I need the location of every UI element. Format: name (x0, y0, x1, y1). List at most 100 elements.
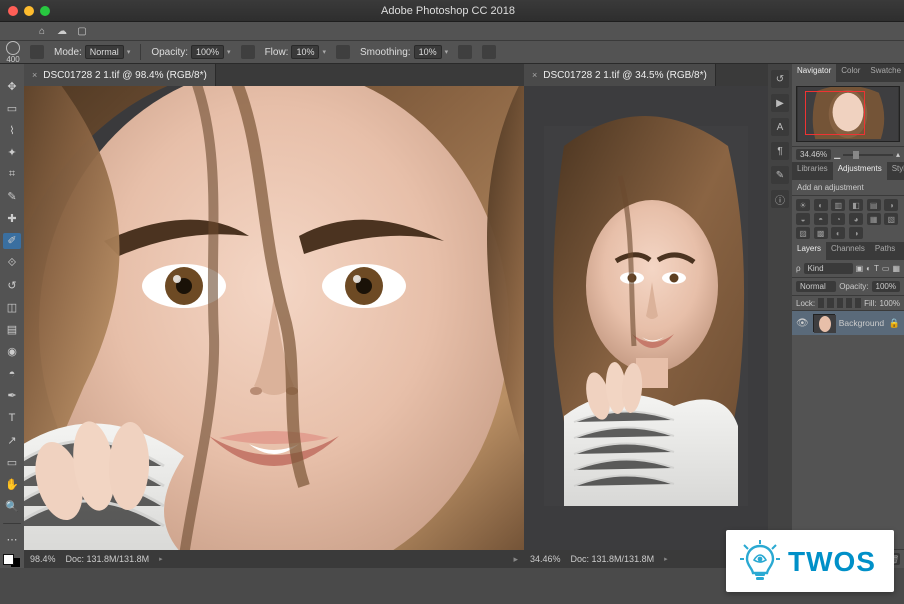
filter-type-icon[interactable]: T (874, 264, 879, 273)
chevron-right-icon[interactable]: ▸ (159, 555, 163, 563)
lasso-tool[interactable]: ⌇ (3, 122, 21, 138)
lock-position-icon[interactable] (837, 298, 843, 308)
smoothing-settings-icon[interactable] (458, 45, 472, 59)
tab-libraries[interactable]: Libraries (792, 162, 833, 180)
tab-color[interactable]: Color (836, 64, 865, 82)
eraser-tool[interactable]: ◫ (3, 299, 21, 315)
document-tab-1[interactable]: × DSC01728 2 1.tif @ 98.4% (RGB/8*) (24, 64, 216, 86)
info-panel-icon[interactable]: ⓘ (771, 190, 789, 208)
type-tool[interactable]: T (3, 410, 21, 426)
smoothing-input[interactable]: 10% (414, 45, 442, 59)
lock-all-icon[interactable] (855, 298, 861, 308)
close-window-icon[interactable] (8, 6, 18, 16)
fill-input[interactable]: 100% (880, 299, 900, 308)
layer-name[interactable]: Background (839, 318, 885, 328)
cloud-icon[interactable]: ☁ (55, 24, 69, 38)
navigator-thumbnail[interactable] (796, 86, 900, 142)
path-tool[interactable]: ↗ (3, 432, 21, 448)
move-tool[interactable]: ✥ (3, 78, 21, 94)
navigator-viewbox[interactable] (805, 91, 865, 135)
tab-paths[interactable]: Paths (870, 242, 900, 260)
color-swatches[interactable] (3, 554, 21, 568)
stamp-tool[interactable]: ⟐ (3, 255, 21, 271)
layer-row-background[interactable]: 👁 Background 🔒 (792, 311, 904, 335)
paragraph-panel-icon[interactable]: ¶ (771, 142, 789, 160)
adj-curves-icon[interactable]: ▥ (831, 199, 845, 211)
blend-mode-select[interactable]: Normal (796, 281, 836, 292)
adj-brightness-icon[interactable]: ☀ (796, 199, 810, 211)
document-tab-2[interactable]: × DSC01728 2 1.tif @ 34.5% (RGB/8*) (524, 64, 716, 86)
adj-levels-icon[interactable]: ◐ (814, 199, 828, 211)
adj-colorlookup-icon[interactable]: ▦ (867, 213, 881, 225)
brush-settings-icon[interactable] (30, 45, 44, 59)
adj-channelmixer-icon[interactable]: ◕ (849, 213, 863, 225)
status-zoom[interactable]: 98.4% (30, 554, 56, 564)
gradient-tool[interactable]: ▤ (3, 321, 21, 337)
airbrush-icon[interactable] (336, 45, 350, 59)
navigator-zoom-value[interactable]: 34.46% (796, 149, 831, 160)
close-tab-icon[interactable]: × (32, 70, 37, 80)
filter-shape-icon[interactable]: ▭ (882, 264, 890, 273)
marquee-tool[interactable]: ▭ (3, 100, 21, 116)
tab-navigator[interactable]: Navigator (792, 64, 836, 82)
tab-channels[interactable]: Channels (826, 242, 870, 260)
status-zoom[interactable]: 34.46% (530, 554, 561, 564)
home-icon[interactable]: ⌂ (35, 24, 49, 38)
kind-select[interactable]: Kind (804, 263, 853, 274)
zoom-tool[interactable]: 🔍 (3, 498, 21, 514)
chevron-right-icon[interactable]: ▸ (664, 555, 668, 563)
pen-tool[interactable]: ✒ (3, 388, 21, 404)
filter-adjust-icon[interactable]: ◐ (866, 264, 871, 273)
adj-photofilter-icon[interactable]: ◔ (831, 213, 845, 225)
adj-hue-icon[interactable]: ◑ (884, 199, 898, 211)
brush-preset-picker[interactable]: 400 (6, 41, 20, 64)
canvas-1[interactable] (24, 86, 524, 550)
healing-tool[interactable]: ✚ (3, 211, 21, 227)
mode-select[interactable]: Normal (85, 45, 124, 59)
adj-exposure-icon[interactable]: ◧ (849, 199, 863, 211)
lock-icon[interactable]: 🔒 (889, 318, 900, 329)
adj-posterize-icon[interactable]: ▨ (796, 227, 810, 239)
history-panel-icon[interactable]: ↺ (771, 70, 789, 88)
scroll-arrow-icon[interactable]: ▸ (513, 554, 518, 565)
lock-artboard-icon[interactable] (846, 298, 852, 308)
opacity-input[interactable]: 100% (191, 45, 224, 59)
character-panel-icon[interactable]: A (771, 118, 789, 136)
brush-tool[interactable]: ✐ (3, 233, 21, 249)
canvas-2[interactable] (524, 86, 768, 550)
edit-toolbar-icon[interactable]: ⋯ (3, 531, 21, 547)
adj-invert-icon[interactable]: ▧ (884, 213, 898, 225)
lock-transparent-icon[interactable] (818, 298, 824, 308)
tab-adjustments[interactable]: Adjustments (833, 162, 887, 180)
maximize-window-icon[interactable] (40, 6, 50, 16)
filter-smart-icon[interactable]: ▦ (892, 264, 900, 273)
history-brush-tool[interactable]: ↺ (3, 277, 21, 293)
hand-tool[interactable]: ✋ (3, 476, 21, 492)
close-tab-icon[interactable]: × (532, 70, 537, 80)
visibility-icon[interactable]: 👁 (796, 318, 809, 329)
adj-vibrance-icon[interactable]: ▤ (867, 199, 881, 211)
layer-thumbnail[interactable] (813, 314, 835, 332)
layer-opacity-input[interactable]: 100% (872, 281, 900, 292)
actions-panel-icon[interactable]: ▶ (771, 94, 789, 112)
adj-gradientmap-icon[interactable]: ◑ (849, 227, 863, 239)
blur-tool[interactable]: ◉ (3, 344, 21, 360)
tab-swatches[interactable]: Swatche (865, 64, 904, 82)
adj-bw-icon[interactable]: ◓ (814, 213, 828, 225)
brushes-panel-icon[interactable]: ✎ (771, 166, 789, 184)
adj-threshold-icon[interactable]: ▩ (814, 227, 828, 239)
frame-icon[interactable]: ▢ (75, 24, 89, 38)
adj-selective-icon[interactable]: ◐ (831, 227, 845, 239)
adj-colorbalance-icon[interactable]: ◒ (796, 213, 810, 225)
eyedropper-tool[interactable]: ✎ (3, 189, 21, 205)
zoom-out-icon[interactable]: ▁ (834, 150, 840, 159)
zoom-in-icon[interactable]: ▴ (896, 150, 900, 159)
navigator-zoom-slider[interactable] (843, 154, 893, 156)
minimize-window-icon[interactable] (24, 6, 34, 16)
wand-tool[interactable]: ✦ (3, 144, 21, 160)
flow-input[interactable]: 10% (291, 45, 319, 59)
filter-pixel-icon[interactable]: ▣ (856, 264, 864, 273)
crop-tool[interactable]: ⌗ (3, 167, 21, 183)
tab-styles[interactable]: Styles (887, 162, 904, 180)
dodge-tool[interactable]: ◓ (3, 366, 21, 382)
